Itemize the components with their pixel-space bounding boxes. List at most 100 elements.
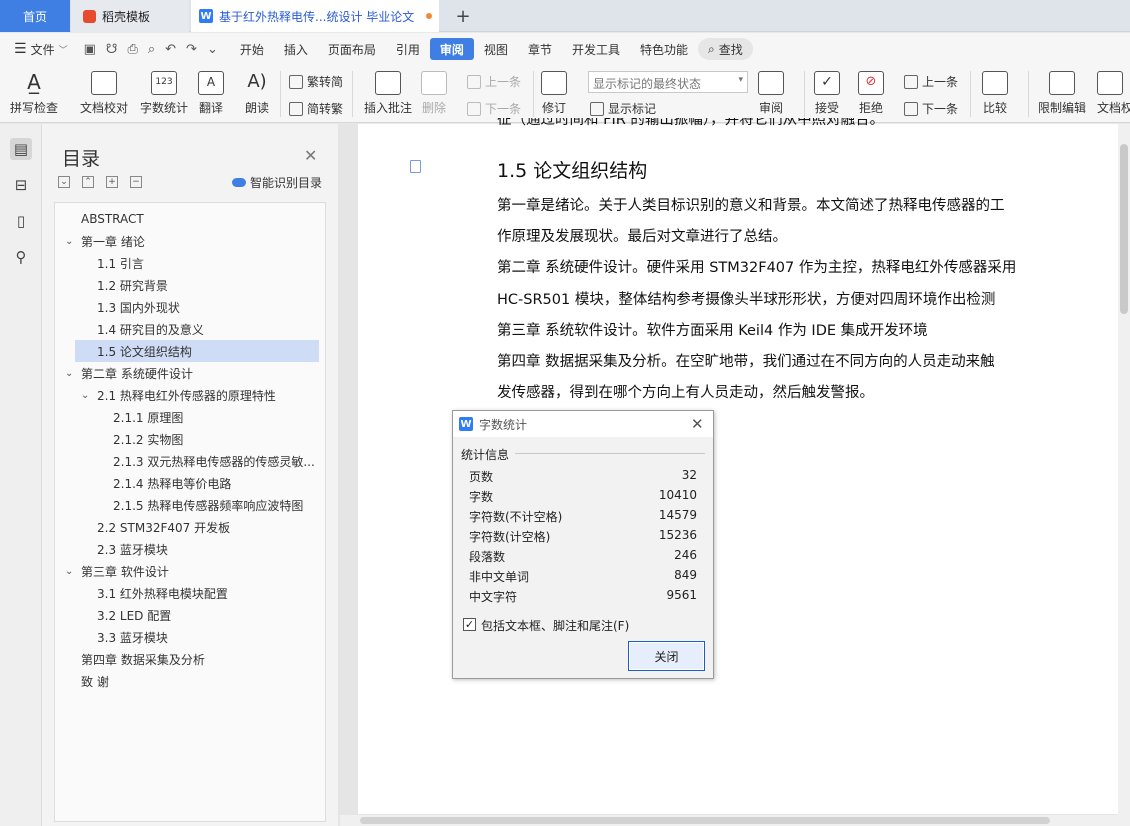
review-pane-button[interactable]: 审阅 xyxy=(758,71,784,116)
toc-item[interactable]: ⌄ 2.1 热释电红外传感器的原理特性 xyxy=(59,384,321,406)
toc-item[interactable]: 2.2 STM32F407 开发板 xyxy=(59,516,321,538)
show-markup-button[interactable]: 显示标记 xyxy=(590,100,656,117)
menu-page-layout[interactable]: 页面布局 xyxy=(318,38,386,60)
find-icon[interactable]: ⚲ xyxy=(10,246,32,268)
revise-label: 修订 xyxy=(541,101,566,115)
toc-item[interactable]: ⌄ 第二章 系统硬件设计 xyxy=(59,362,321,384)
vertical-scroll-thumb[interactable] xyxy=(1120,144,1128,314)
toc-item[interactable]: 2.1.1 原理图 xyxy=(59,406,321,428)
save-icon[interactable]: ▣ xyxy=(84,42,96,57)
horizontal-scrollbar[interactable] xyxy=(340,815,1118,826)
new-tab-button[interactable]: + xyxy=(450,0,476,32)
toc-item[interactable]: 1.1 引言 xyxy=(59,252,321,274)
trad-to-simp-button[interactable]: 繁转简 xyxy=(289,73,343,90)
chevron-down-icon[interactable]: ⌄ xyxy=(65,236,73,247)
chapter-nav-icon[interactable]: ⊟ xyxy=(10,174,32,196)
doc-line: 第四章 数据据采集及分析。在空旷地带，我们通过在不同方向的人员走动来触 xyxy=(497,354,995,370)
dialog-titlebar[interactable]: W 字数统计 xyxy=(453,411,713,437)
toc-item[interactable]: 2.1.2 实物图 xyxy=(59,428,321,450)
tab-document[interactable]: W 基于红外热释电传...统设计 毕业论文 xyxy=(191,0,439,32)
add-heading-icon[interactable]: + xyxy=(106,176,118,188)
paragraph-icon[interactable] xyxy=(410,160,421,173)
close-button[interactable]: 关闭 xyxy=(628,641,705,671)
simp-to-trad-button[interactable]: 简转繁 xyxy=(289,100,343,117)
read-aloud-button[interactable]: A) 朗读 xyxy=(244,71,270,116)
toc-item[interactable]: 3.2 LED 配置 xyxy=(59,604,321,626)
next-change-button[interactable]: 下一条 xyxy=(904,100,958,117)
toc-item[interactable]: 2.3 蓝牙模块 xyxy=(59,538,321,560)
prev-comment-button[interactable]: 上一条 xyxy=(467,73,521,90)
navigation-strip: ▤ ⊟ ▯ ⚲ xyxy=(0,124,42,826)
doc-line: 作原理及发展现状。最后对文章进行了总结。 xyxy=(497,229,787,245)
close-icon[interactable]: ✕ xyxy=(691,415,704,433)
toc-item[interactable]: ⌄ 第三章 软件设计 xyxy=(59,560,321,582)
include-textbox-checkbox[interactable]: ✓ xyxy=(463,618,476,631)
print-icon[interactable]: ⎙ xyxy=(127,42,137,57)
search-button[interactable]: ⌕ 查找 xyxy=(697,38,753,60)
restrict-edit-button[interactable]: 限制编辑 xyxy=(1038,71,1086,116)
doc-permission-button[interactable]: 文档权 xyxy=(1097,71,1130,116)
toc-panel-icon[interactable]: ▤ xyxy=(10,138,32,160)
expand-all-icon[interactable]: ⌃ xyxy=(82,176,94,188)
toc-item[interactable]: 3.3 蓝牙模块 xyxy=(59,626,321,648)
toc-item[interactable]: 致 谢 xyxy=(59,670,321,692)
undo-icon[interactable]: ↶ xyxy=(165,42,176,57)
chevron-down-icon[interactable]: ⌄ xyxy=(81,390,89,401)
accept-button[interactable]: ✓ 接受 xyxy=(814,71,840,116)
reject-button[interactable]: ⊘ 拒绝 xyxy=(858,71,884,116)
toc-item-label: 2.2 STM32F407 开发板 xyxy=(97,520,231,535)
markup-mode-select[interactable]: 显示标记的最终状态 ▾ xyxy=(588,71,748,93)
horizontal-scroll-thumb[interactable] xyxy=(360,817,1050,824)
proofread-button[interactable]: 文档校对 xyxy=(80,71,128,116)
menu-references[interactable]: 引用 xyxy=(386,38,430,60)
insert-comment-label: 插入批注 xyxy=(364,101,413,115)
collapse-all-icon[interactable]: ⌄ xyxy=(58,176,70,188)
print-preview-icon[interactable]: ⌕ xyxy=(148,42,155,57)
toc-item-selected[interactable]: 1.5 论文组织结构 xyxy=(75,340,319,362)
tab-home[interactable]: 首页 xyxy=(0,0,70,32)
prev-change-button[interactable]: 上一条 xyxy=(904,73,958,90)
toc-item[interactable]: 2.1.5 热释电传感器频率响应波特图 xyxy=(59,494,321,516)
chevron-down-icon[interactable]: ⌄ xyxy=(65,368,73,379)
toc-item[interactable]: 第四章 数据采集及分析 xyxy=(59,648,321,670)
bookmark-icon[interactable]: ▯ xyxy=(10,210,32,232)
toc-item[interactable]: ⌄ 第一章 绪论 xyxy=(59,230,321,252)
menu-review[interactable]: 审阅 xyxy=(429,38,474,60)
smart-recognize-button[interactable]: 智能识别目录 xyxy=(232,174,322,191)
translate-button[interactable]: A 翻译 xyxy=(198,71,224,116)
delete-comment-button[interactable]: 删除 xyxy=(421,71,447,116)
menu-chapter[interactable]: 章节 xyxy=(518,38,562,60)
tab-bar: 首页 稻壳模板 W 基于红外热释电传...统设计 毕业论文 + xyxy=(0,0,1130,32)
wordcount-button[interactable]: 123 字数统计 xyxy=(140,71,188,116)
include-textbox-label[interactable]: 包括文本框、脚注和尾注(F) xyxy=(481,617,629,634)
toc-item[interactable]: ABSTRACT xyxy=(59,208,321,230)
menu-developer[interactable]: 开发工具 xyxy=(562,38,630,60)
close-icon[interactable]: ✕ xyxy=(304,146,317,165)
toc-item-label: 第三章 软件设计 xyxy=(81,564,169,579)
tab-template[interactable]: 稻壳模板 xyxy=(71,0,189,32)
toc-item-label: 1.3 国内外现状 xyxy=(97,300,180,315)
toc-item[interactable]: 2.1.4 热释电等价电路 xyxy=(59,472,321,494)
toc-item-label: ABSTRACT xyxy=(81,212,144,226)
menu-start[interactable]: 开始 xyxy=(230,38,274,60)
toc-item[interactable]: 1.2 研究背景 xyxy=(59,274,321,296)
more-icon[interactable]: ⌄ xyxy=(207,42,218,57)
cloud-sync-icon[interactable]: ☋ xyxy=(106,42,118,57)
next-comment-button[interactable]: 下一条 xyxy=(467,100,521,117)
menu-insert[interactable]: 插入 xyxy=(274,38,318,60)
file-menu[interactable]: ☰ 文件 ﹀ xyxy=(4,38,78,60)
toc-item[interactable]: 1.4 研究目的及意义 xyxy=(59,318,321,340)
toc-item[interactable]: 1.3 国内外现状 xyxy=(59,296,321,318)
menu-special[interactable]: 特色功能 xyxy=(630,38,698,60)
compare-button[interactable]: 比较 xyxy=(982,71,1008,116)
chevron-down-icon[interactable]: ⌄ xyxy=(65,566,73,577)
revise-button[interactable]: 修订 xyxy=(541,71,567,116)
insert-comment-button[interactable]: 插入批注 xyxy=(364,71,412,116)
toc-item[interactable]: 3.1 红外热释电模块配置 xyxy=(59,582,321,604)
redo-icon[interactable]: ↷ xyxy=(186,42,197,57)
menu-view[interactable]: 视图 xyxy=(474,38,518,60)
remove-heading-icon[interactable]: − xyxy=(130,176,142,188)
vertical-scrollbar[interactable] xyxy=(1118,124,1130,826)
toc-item[interactable]: 2.1.3 双元热释电传感器的传感灵敏... xyxy=(59,450,321,472)
spellcheck-button[interactable]: A̲ 拼写检查 xyxy=(10,71,58,116)
